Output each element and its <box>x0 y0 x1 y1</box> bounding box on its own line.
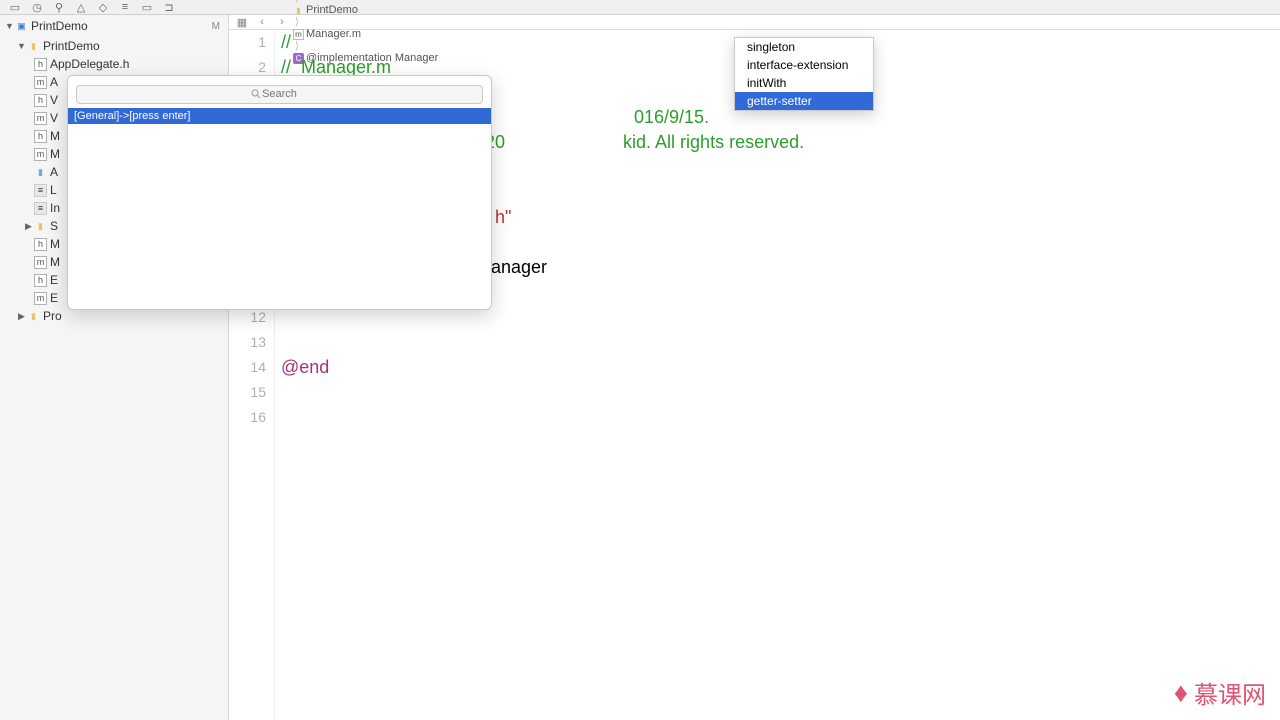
diamond-icon[interactable]: ◇ <box>96 1 110 13</box>
file-name: A <box>50 165 58 179</box>
project-icon: ▣ <box>15 20 28 33</box>
navigator-selector-bar: ▭ ◷ ⚲ △ ◇ ≡ ▭ ⊐ <box>0 0 1280 15</box>
disclosure-icon[interactable]: ▶ <box>23 221 34 232</box>
file-name: M <box>50 129 60 143</box>
window-icon[interactable]: ▭ <box>140 1 154 13</box>
disclosure-icon[interactable]: ▶ <box>16 311 27 322</box>
search-result-row[interactable]: [General]->[press enter] <box>68 108 491 124</box>
h-icon: h <box>34 58 47 71</box>
autocomplete-item[interactable]: singleton <box>735 38 873 56</box>
grid-icon[interactable]: ▦ <box>233 16 251 29</box>
group-name: Pro <box>43 309 62 323</box>
file-name: S <box>50 219 58 233</box>
bars-icon[interactable]: ≡ <box>118 1 132 13</box>
forward-button[interactable]: › <box>273 16 291 28</box>
file-name: A <box>50 75 58 89</box>
folder-icon: ▮ <box>34 220 47 233</box>
folder-icon: ▮ <box>293 5 304 16</box>
file-name: L <box>50 183 57 197</box>
h-icon: h <box>34 274 47 287</box>
file-name: M <box>50 255 60 269</box>
file-name: V <box>50 93 58 107</box>
autocomplete-popup: singletoninterface-extensioninitWithgett… <box>734 37 874 111</box>
m-icon: m <box>34 292 47 305</box>
back-button[interactable]: ‹ <box>253 16 271 28</box>
file-name: AppDelegate.h <box>50 57 129 71</box>
folder-icon[interactable]: ▭ <box>8 1 22 13</box>
comment-icon[interactable]: ⊐ <box>162 1 176 13</box>
h-icon: h <box>34 130 47 143</box>
m-icon: m <box>34 112 47 125</box>
search-icon[interactable]: ⚲ <box>52 1 66 13</box>
file-row[interactable]: hAppDelegate.h <box>0 55 228 73</box>
modification-badge: M <box>212 21 220 32</box>
project-root[interactable]: ▼ ▣ PrintDemo <box>0 15 228 37</box>
nib-icon: ≡ <box>34 202 47 215</box>
watermark: ♦ 慕课网 <box>1174 675 1266 710</box>
bluefolder-icon: ▮ <box>34 166 47 179</box>
breadcrumb-item[interactable]: ▮PrintDemo <box>293 4 438 16</box>
autocomplete-item[interactable]: interface-extension <box>735 56 873 74</box>
file-name: In <box>50 201 60 215</box>
m-icon: m <box>34 256 47 269</box>
autocomplete-item[interactable]: initWith <box>735 74 873 92</box>
autocomplete-item[interactable]: getter-setter <box>735 92 873 110</box>
folder-icon: ▮ <box>27 40 40 53</box>
m-icon: m <box>34 76 47 89</box>
disclosure-icon[interactable]: ▼ <box>4 21 15 31</box>
m-icon: m <box>34 148 47 161</box>
warning-icon[interactable]: △ <box>74 1 88 13</box>
file-name: V <box>50 111 58 125</box>
snippet-search-popover: [General]->[press enter] <box>67 75 492 310</box>
search-input[interactable] <box>76 85 483 104</box>
group-name: PrintDemo <box>43 39 100 53</box>
file-name: M <box>50 147 60 161</box>
flame-icon: ♦ <box>1174 677 1188 709</box>
folder-icon: ▮ <box>27 310 40 323</box>
file-name: E <box>50 273 58 287</box>
group-row[interactable]: ▼ ▮ PrintDemo <box>0 37 228 55</box>
clock-icon[interactable]: ◷ <box>30 1 44 13</box>
file-name: M <box>50 237 60 251</box>
breadcrumb-label: PrintDemo <box>306 4 358 16</box>
h-icon: h <box>34 94 47 107</box>
file-name: E <box>50 291 58 305</box>
project-name: PrintDemo <box>31 19 88 33</box>
jump-bar: ▦ ‹ › ▣PrintDemo▮PrintDemomManager.mC@im… <box>229 15 1280 30</box>
disclosure-icon[interactable]: ▼ <box>16 41 27 51</box>
nib-icon: ≡ <box>34 184 47 197</box>
h-icon: h <box>34 238 47 251</box>
